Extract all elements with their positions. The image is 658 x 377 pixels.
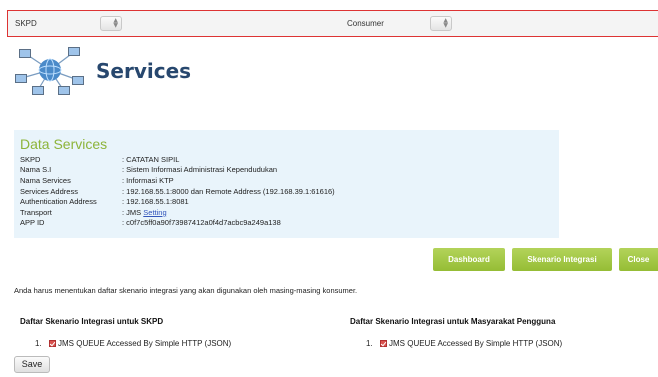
consumer-select[interactable]: ▲ ▼ xyxy=(430,16,452,31)
info-value: : JMS xyxy=(122,207,144,217)
list-item: 1. JMS QUEUE Accessed By Simple HTTP (JSO… xyxy=(35,339,231,348)
skpd-list-heading: Daftar Skenario Integrasi untuk SKPD xyxy=(20,317,164,326)
list-item-number: 1. xyxy=(35,339,42,348)
list-item-number: 1. xyxy=(366,339,373,348)
dashboard-button[interactable]: Dashboard xyxy=(433,248,505,271)
info-row-skpd: SKPD : CATATAN SIPIL xyxy=(20,154,335,165)
save-button[interactable]: Save xyxy=(14,356,50,373)
info-row-nama-si: Nama S.I : Sistem Informasi Administrasi… xyxy=(20,165,335,176)
info-value: : c0f7c5ff0a90f73987412a0f4d7acbc9a249a1… xyxy=(122,218,281,228)
info-row-transport: Transport : JMS Setting xyxy=(20,207,335,218)
info-value: : 192.168.55.1:8000 dan Remote Address (… xyxy=(122,186,335,196)
data-services-title: Data Services xyxy=(20,136,108,152)
info-value: : Informasi KTP xyxy=(122,175,174,185)
data-services-panel: Data Services SKPD : CATATAN SIPIL Nama … xyxy=(14,130,559,238)
page-title: Services xyxy=(96,59,192,83)
skpd-select[interactable]: ▲ ▼ xyxy=(100,16,122,31)
info-value-cell: : JMS Setting xyxy=(122,207,335,218)
network-logo-icon xyxy=(15,47,84,95)
info-key: Nama Services xyxy=(20,175,71,185)
skenario-integrasi-button[interactable]: Skenario Integrasi xyxy=(512,248,612,271)
instruction-text: Anda harus menentukan daftar skenario in… xyxy=(14,286,358,295)
masyarakat-list-heading: Daftar Skenario Integrasi untuk Masyarak… xyxy=(350,317,556,326)
list-item: 1. JMS QUEUE Accessed By Simple HTTP (JSO… xyxy=(366,339,562,348)
info-value: : 192.168.55.1:8081 xyxy=(122,197,189,207)
info-key: Services Address xyxy=(20,186,78,196)
info-key: APP ID xyxy=(20,218,45,228)
list-item-label: JMS QUEUE Accessed By Simple HTTP (JSON) xyxy=(389,339,563,348)
select-arrows-icon: ▲ ▼ xyxy=(113,17,118,29)
info-key: Authentication Address xyxy=(20,197,97,207)
scenario-checkbox[interactable] xyxy=(49,340,56,347)
select-arrows-icon: ▲ ▼ xyxy=(443,17,448,29)
info-value: : Sistem Informasi Administrasi Kependud… xyxy=(122,165,278,175)
info-row-app-id: APP ID : c0f7c5ff0a90f73987412a0f4d7acbc… xyxy=(20,218,335,229)
data-services-table: SKPD : CATATAN SIPIL Nama S.I : Sistem I… xyxy=(20,154,335,228)
info-key: Nama S.I xyxy=(20,165,52,175)
info-row-nama-services: Nama Services : Informasi KTP xyxy=(20,175,335,186)
info-row-services-address: Services Address : 192.168.55.1:8000 dan… xyxy=(20,186,335,197)
filter-bar: SKPD ▲ ▼ Consumer ▲ ▼ xyxy=(7,10,658,37)
info-row-auth-address: Authentication Address : 192.168.55.1:80… xyxy=(20,196,335,207)
info-value: : CATATAN SIPIL xyxy=(122,154,180,164)
setting-link[interactable]: Setting xyxy=(143,208,166,217)
info-key: Transport xyxy=(20,207,52,217)
info-key: SKPD xyxy=(20,154,41,164)
list-item-label: JMS QUEUE Accessed By Simple HTTP (JSON) xyxy=(58,339,232,348)
consumer-filter-label: Consumer xyxy=(347,19,384,28)
close-button[interactable]: Close xyxy=(619,248,658,271)
skpd-filter-label: SKPD xyxy=(15,19,37,28)
scenario-checkbox[interactable] xyxy=(380,340,387,347)
